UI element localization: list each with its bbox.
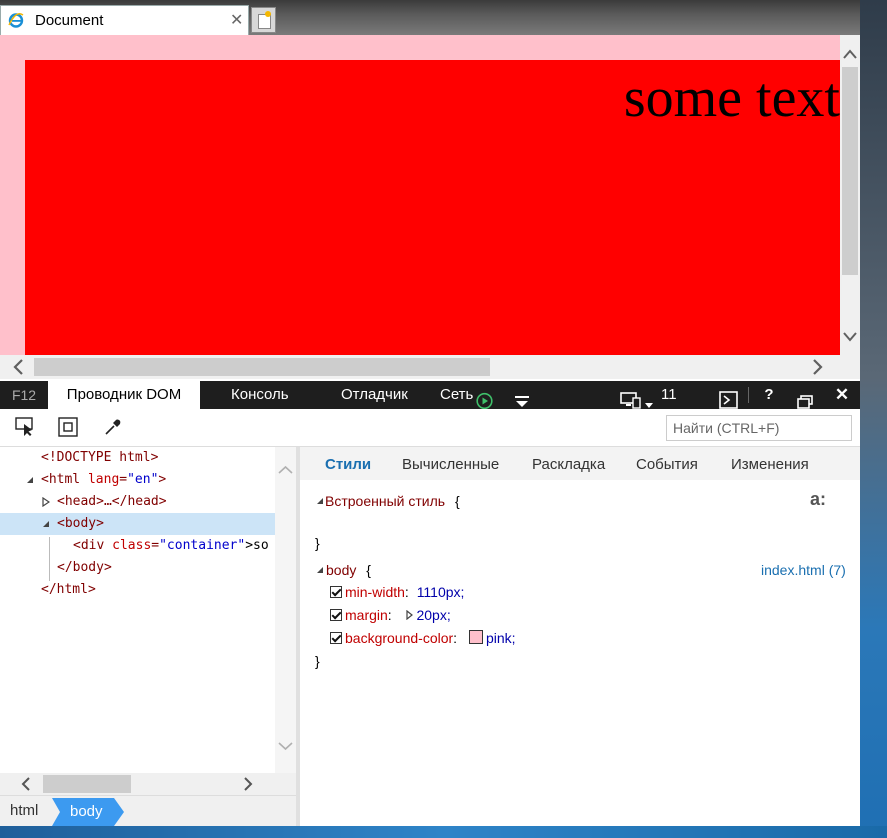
help-button[interactable]: ? xyxy=(760,381,778,409)
scroll-right-icon[interactable] xyxy=(242,777,254,791)
collapsed-triangle-icon[interactable] xyxy=(42,497,50,507)
page-horizontal-scrollbar[interactable] xyxy=(0,355,860,379)
declaration-checkbox[interactable] xyxy=(330,609,342,621)
f12-label: F12 xyxy=(11,387,37,403)
tab-strip: Document ✕ xyxy=(0,0,860,35)
tab-styles[interactable]: Стили xyxy=(325,456,371,473)
devtools-close-button[interactable]: ✕ xyxy=(833,381,851,409)
styles-pane: Стили Вычисленные Раскладка События Изме… xyxy=(300,447,860,826)
dom-node-div[interactable]: <div class="container">so xyxy=(0,535,275,557)
tab-network[interactable]: Сеть xyxy=(440,381,473,409)
dom-toolbar xyxy=(0,409,860,447)
scroll-up-icon[interactable] xyxy=(840,43,860,65)
tab-events[interactable]: События xyxy=(636,456,698,473)
dom-node-body-close[interactable]: </body> xyxy=(0,557,275,579)
browser-tab[interactable]: Document ✕ xyxy=(0,5,249,35)
breadcrumb: html body xyxy=(0,795,296,827)
expanded-triangle-icon[interactable] xyxy=(26,476,34,484)
inline-style-close: } xyxy=(315,535,320,551)
dom-node-html-close[interactable]: </html> xyxy=(0,579,275,601)
dom-node-doctype[interactable]: <!DOCTYPE html> xyxy=(0,447,275,469)
inline-style-header: Встроенный стиль { xyxy=(325,493,460,509)
scroll-thumb[interactable] xyxy=(34,358,490,376)
desktop-background-bottom xyxy=(0,826,887,838)
tab-debugger[interactable]: Отладчик xyxy=(341,381,408,409)
tab-computed[interactable]: Вычисленные xyxy=(402,456,499,473)
body-rule-header: body { xyxy=(326,562,371,578)
dom-node-head[interactable]: <head>…</head> xyxy=(0,491,275,513)
tab-title: Document xyxy=(35,12,104,29)
highlight-box-icon[interactable] xyxy=(58,417,78,437)
desktop-background xyxy=(860,0,887,838)
styles-tabs: Стили Вычисленные Раскладка События Изме… xyxy=(300,447,860,480)
collapsed-triangle-icon[interactable] xyxy=(405,609,413,621)
declaration-checkbox[interactable] xyxy=(330,632,342,644)
expanded-triangle-icon[interactable] xyxy=(42,520,50,528)
dom-node-html[interactable]: <html lang="en"> xyxy=(0,469,275,491)
expanded-triangle-icon[interactable] xyxy=(316,566,324,574)
tab-layout[interactable]: Раскладка xyxy=(532,456,605,473)
color-swatch[interactable] xyxy=(468,630,483,644)
tab-changes[interactable]: Изменения xyxy=(731,456,809,473)
breadcrumb-html[interactable]: html xyxy=(10,802,38,819)
declaration-background-color[interactable]: background-color: pink; xyxy=(345,630,516,646)
new-tab-button[interactable] xyxy=(251,7,276,33)
dom-horizontal-scrollbar[interactable] xyxy=(0,773,296,795)
scroll-thumb[interactable] xyxy=(842,67,858,275)
scroll-down-icon[interactable] xyxy=(278,741,293,751)
dom-node-body[interactable]: <body> xyxy=(0,513,275,535)
declaration-margin[interactable]: margin: 20px; xyxy=(345,607,451,623)
ie-logo-icon xyxy=(8,13,24,28)
dom-vertical-scrollbar[interactable] xyxy=(275,447,296,773)
scroll-down-icon[interactable] xyxy=(840,325,860,347)
declaration-checkbox[interactable] xyxy=(330,586,342,598)
page-vertical-scrollbar[interactable] xyxy=(840,35,860,355)
tab-close-icon[interactable]: ✕ xyxy=(230,10,243,29)
emulation-count: 11 xyxy=(661,386,677,403)
breadcrumb-body[interactable]: body xyxy=(52,798,124,826)
browser-window: Document ✕ some text F12 Проводник DOM К… xyxy=(0,0,860,827)
source-link[interactable]: index.html (7) xyxy=(761,562,846,578)
select-element-icon[interactable] xyxy=(15,417,35,437)
container-div: some text xyxy=(25,60,840,355)
find-input[interactable] xyxy=(666,415,852,441)
scroll-up-icon[interactable] xyxy=(278,465,293,475)
color-picker-icon[interactable] xyxy=(103,417,123,437)
scroll-left-icon[interactable] xyxy=(20,777,32,791)
expanded-triangle-icon[interactable] xyxy=(316,497,324,505)
scroll-left-icon[interactable] xyxy=(12,358,26,376)
devtools-tabbar: F12 Проводник DOM Консоль Отладчик Сеть … xyxy=(0,381,860,410)
body-rule-close: } xyxy=(315,653,320,669)
pseudo-class-toggle[interactable]: a: xyxy=(810,489,826,510)
tab-dom-explorer[interactable]: Проводник DOM xyxy=(48,381,200,409)
scroll-thumb[interactable] xyxy=(43,775,131,793)
page-viewport: some text xyxy=(0,35,840,355)
scroll-right-icon[interactable] xyxy=(810,358,824,376)
tab-console[interactable]: Консоль xyxy=(231,381,289,409)
declaration-min-width[interactable]: min-width: 1110px; xyxy=(345,584,464,600)
dom-tree: <!DOCTYPE html> <html lang="en"> <head>…… xyxy=(0,447,296,773)
container-text: some text xyxy=(623,67,840,129)
